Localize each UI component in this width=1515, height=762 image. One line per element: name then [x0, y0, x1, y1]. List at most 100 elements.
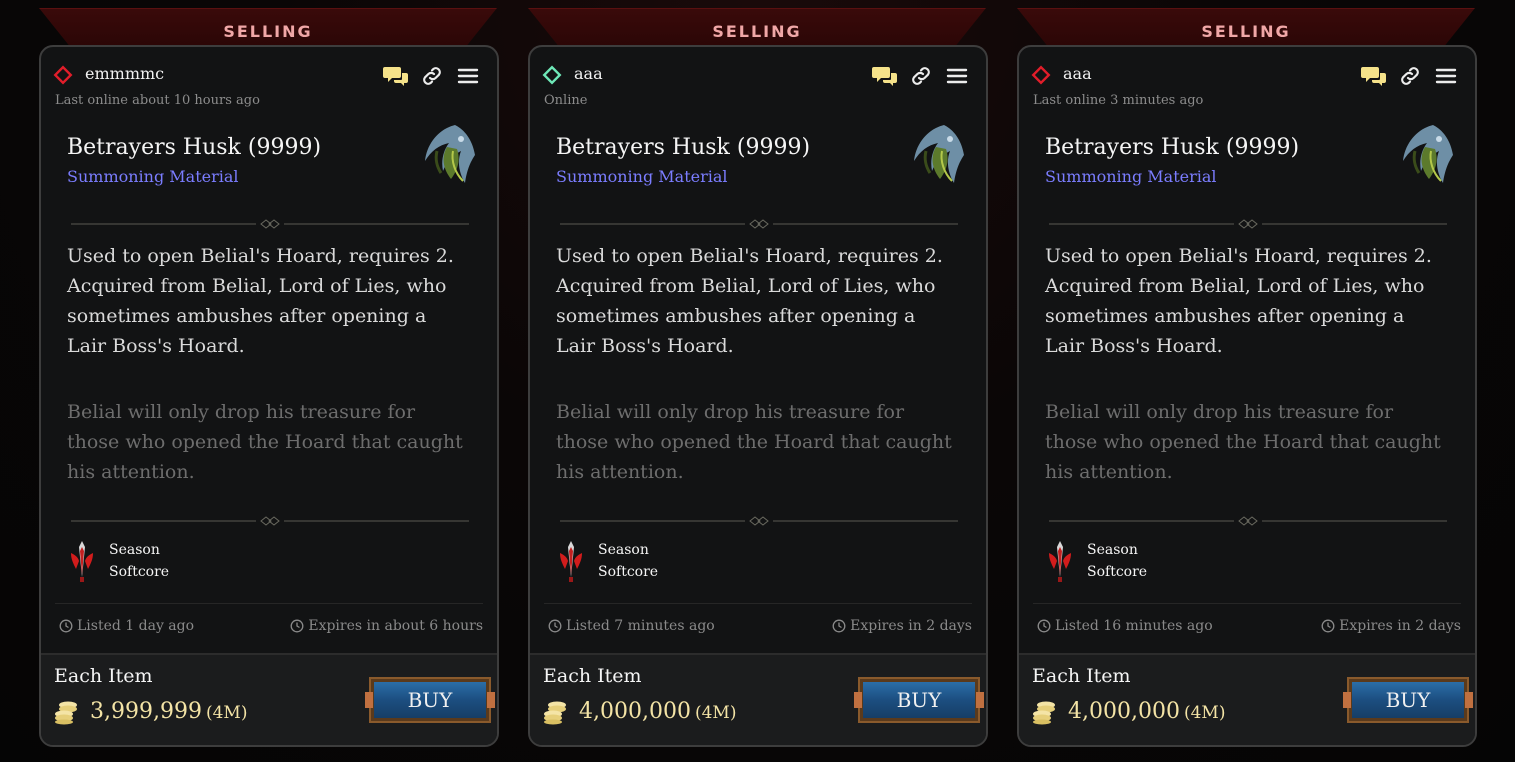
- card-actions: [872, 63, 970, 89]
- betrayers-husk-item-icon: [1403, 125, 1453, 183]
- item-name: Betrayers Husk (9999): [556, 135, 811, 160]
- ornament-divider: [1049, 516, 1447, 526]
- listing-card: SELLING emmmmc Last online about 10 hour…: [39, 8, 499, 760]
- item-type: Summoning Material: [67, 167, 239, 186]
- expires-time: Expires in about 6 hours: [290, 618, 483, 634]
- price-amount: 4,000,000: [1068, 699, 1180, 724]
- clock-icon: [59, 619, 73, 633]
- clock-icon: [290, 619, 304, 633]
- listing-card: SELLING aaa Online Betrayers Husk (9999)…: [528, 8, 988, 760]
- expires-time: Expires in 2 days: [1321, 618, 1461, 634]
- chat-bubbles-icon[interactable]: [1361, 63, 1387, 89]
- hamburger-menu-icon[interactable]: [455, 63, 481, 89]
- each-item-label: Each Item: [54, 665, 153, 687]
- price-amount: 3,999,999: [90, 699, 202, 724]
- each-item-label: Each Item: [543, 665, 642, 687]
- realm-season: Season: [598, 542, 649, 558]
- seller-header: aaa Online: [542, 61, 974, 111]
- item-description: Used to open Belial's Hoard, requires 2.…: [67, 245, 454, 357]
- ornament-divider: [560, 516, 958, 526]
- banner-label: SELLING: [1201, 22, 1291, 41]
- price-footer: Each Item 4,000,000 (4M) BUY: [530, 653, 986, 745]
- listed-time: Listed 7 minutes ago: [548, 618, 715, 634]
- diamond-status-icon: [542, 65, 562, 85]
- card-actions: [383, 63, 481, 89]
- item-type: Summoning Material: [556, 167, 728, 186]
- seasonal-sword-icon: [71, 541, 93, 582]
- buy-button[interactable]: BUY: [854, 677, 984, 723]
- expires-text: Expires in 2 days: [1339, 618, 1461, 634]
- price-footer: Each Item 4,000,000 (4M) BUY: [1019, 653, 1475, 745]
- price-value: 4,000,000 (4M): [579, 699, 736, 724]
- card-body: aaa Online Betrayers Husk (9999) Summoni…: [528, 45, 988, 747]
- card-body: emmmmc Last online about 10 hours ago Be…: [39, 45, 499, 747]
- price-short: (4M): [205, 703, 248, 723]
- realm-mode: Softcore: [1087, 564, 1148, 580]
- ornament-divider: [560, 219, 958, 229]
- card-separator: [55, 603, 483, 604]
- seller-name[interactable]: aaa: [574, 64, 603, 83]
- chat-bubbles-icon[interactable]: [872, 63, 898, 89]
- item-name: Betrayers Husk (9999): [67, 135, 322, 160]
- hamburger-menu-icon[interactable]: [1433, 63, 1459, 89]
- link-icon[interactable]: [908, 63, 934, 89]
- listed-text: Listed 1 day ago: [77, 618, 195, 634]
- buy-button[interactable]: BUY: [365, 677, 495, 723]
- seasonal-sword-icon: [1049, 541, 1071, 582]
- item-description: Used to open Belial's Hoard, requires 2.…: [556, 245, 943, 357]
- ornament-divider: [1049, 219, 1447, 229]
- card-body: aaa Last online 3 minutes ago Betrayers …: [1017, 45, 1477, 747]
- seller-name[interactable]: aaa: [1063, 64, 1092, 83]
- realm-mode: Softcore: [109, 564, 170, 580]
- seller-status: Online: [544, 93, 588, 108]
- link-icon[interactable]: [1397, 63, 1423, 89]
- listed-time: Listed 16 minutes ago: [1037, 618, 1213, 634]
- banner-label: SELLING: [223, 22, 313, 41]
- item-name: Betrayers Husk (9999): [1045, 135, 1300, 160]
- gold-coins-icon: [544, 701, 566, 725]
- price-value: 3,999,999 (4M): [90, 699, 247, 724]
- seller-header: aaa Last online 3 minutes ago: [1031, 61, 1463, 111]
- price-short: (4M): [694, 703, 737, 723]
- item-flavor-text: Belial will only drop his treasure for t…: [556, 401, 952, 483]
- seller-header: emmmmc Last online about 10 hours ago: [53, 61, 485, 111]
- expires-text: Expires in 2 days: [850, 618, 972, 634]
- seller-name[interactable]: emmmmc: [85, 64, 164, 83]
- diamond-status-icon: [53, 65, 73, 85]
- ornament-divider: [71, 516, 469, 526]
- listed-text: Listed 16 minutes ago: [1055, 618, 1213, 634]
- realm-season: Season: [1087, 542, 1138, 558]
- link-icon[interactable]: [419, 63, 445, 89]
- expires-time: Expires in 2 days: [832, 618, 972, 634]
- price-footer: Each Item 3,999,999 (4M) BUY: [41, 653, 497, 745]
- ornament-divider: [71, 219, 469, 229]
- clock-icon: [832, 619, 846, 633]
- each-item-label: Each Item: [1032, 665, 1131, 687]
- seller-status: Last online 3 minutes ago: [1033, 93, 1204, 108]
- buy-button[interactable]: BUY: [1343, 677, 1473, 723]
- price-amount: 4,000,000: [579, 699, 691, 724]
- clock-icon: [548, 619, 562, 633]
- expires-text: Expires in about 6 hours: [308, 618, 483, 634]
- realm-season: Season: [109, 542, 160, 558]
- seller-status: Last online about 10 hours ago: [55, 93, 260, 108]
- item-flavor-text: Belial will only drop his treasure for t…: [1045, 401, 1441, 483]
- clock-icon: [1321, 619, 1335, 633]
- card-separator: [544, 603, 972, 604]
- chat-bubbles-icon[interactable]: [383, 63, 409, 89]
- price-short: (4M): [1183, 703, 1226, 723]
- banner-label: SELLING: [712, 22, 802, 41]
- hamburger-menu-icon[interactable]: [944, 63, 970, 89]
- betrayers-husk-item-icon: [425, 125, 475, 183]
- listed-time: Listed 1 day ago: [59, 618, 194, 634]
- item-flavor-text: Belial will only drop his treasure for t…: [67, 401, 463, 483]
- card-actions: [1361, 63, 1459, 89]
- gold-coins-icon: [55, 701, 77, 725]
- listed-text: Listed 7 minutes ago: [566, 618, 715, 634]
- gold-coins-icon: [1033, 701, 1055, 725]
- price-value: 4,000,000 (4M): [1068, 699, 1225, 724]
- betrayers-husk-item-icon: [914, 125, 964, 183]
- card-separator: [1033, 603, 1461, 604]
- clock-icon: [1037, 619, 1051, 633]
- seasonal-sword-icon: [560, 541, 582, 582]
